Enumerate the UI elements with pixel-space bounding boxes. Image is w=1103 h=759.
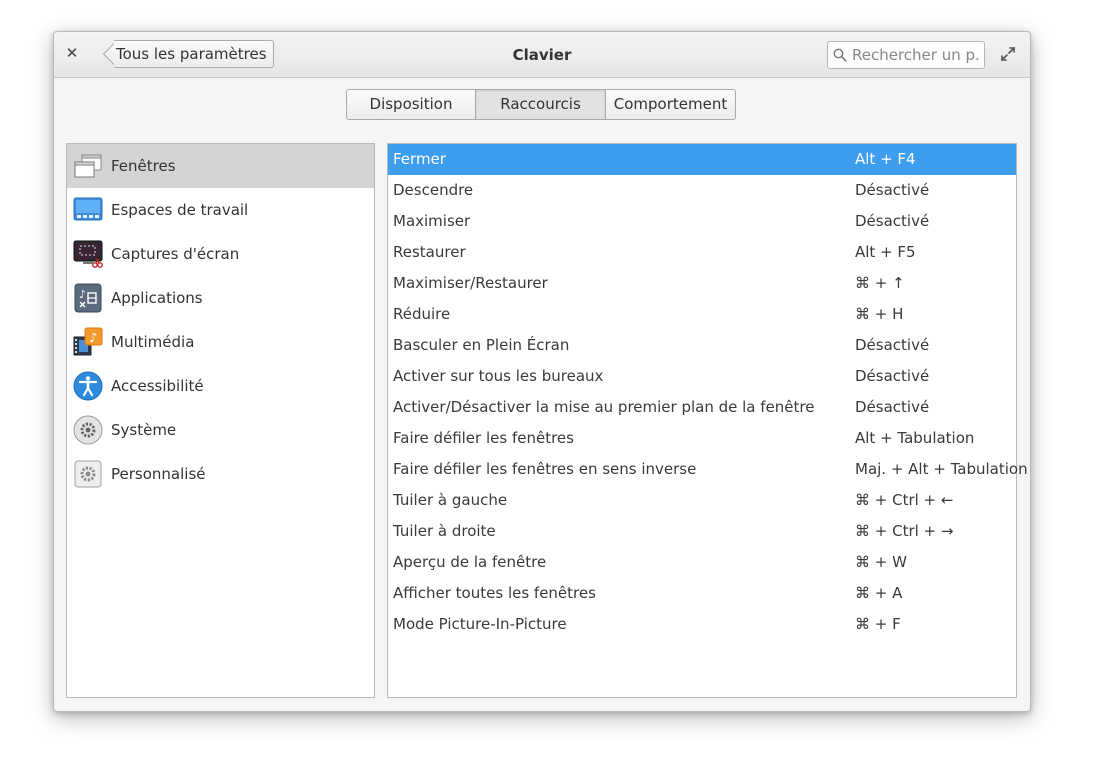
sidebar-item-applications[interactable]: ♪ Applications [67, 276, 374, 320]
shortcut-accel[interactable]: Maj. + Alt + Tabulation [855, 454, 1028, 485]
svg-text:♪: ♪ [89, 331, 97, 346]
sidebar-item-label: Multimédia [111, 333, 195, 351]
shortcut-accel[interactable]: ⌘ + A [855, 578, 902, 609]
shortcut-row[interactable]: Faire défiler les fenêtres Alt + Tabulat… [388, 423, 1016, 454]
shortcut-name: Activer/Désactiver la mise au premier pl… [393, 398, 815, 416]
tab-comportement[interactable]: Comportement [606, 90, 735, 119]
tab-disposition[interactable]: Disposition [347, 90, 476, 119]
shortcut-accel[interactable]: Désactivé [855, 330, 929, 361]
shortcuts-list: Fermer Alt + F4 Descendre Désactivé Maxi… [387, 143, 1028, 698]
shortcut-name: Basculer en Plein Écran [393, 336, 570, 354]
shortcut-name: Aperçu de la fenêtre [393, 553, 547, 571]
shortcut-name: Afficher toutes les fenêtres [393, 584, 596, 602]
shortcut-row[interactable]: Activer/Désactiver la mise au premier pl… [388, 392, 1016, 423]
shortcut-accel[interactable]: ⌘ + F [855, 609, 901, 640]
tab-raccourcis[interactable]: Raccourcis [476, 90, 606, 119]
search-input[interactable] [852, 42, 980, 68]
shortcut-name: Maximiser/Restaurer [393, 274, 548, 292]
shortcut-row[interactable]: Tuiler à gauche ⌘ + Ctrl + ← [388, 485, 1016, 516]
maximize-icon[interactable] [1000, 46, 1016, 62]
shortcut-name: Faire défiler les fenêtres en sens inver… [393, 460, 697, 478]
sidebar-item-captures-ecran[interactable]: Captures d'écran [67, 232, 374, 276]
shortcut-name: Mode Picture-In-Picture [393, 615, 567, 633]
settings-window: ✕ Tous les paramètres Clavier Dispositio… [53, 31, 1031, 712]
search-icon [833, 48, 847, 62]
sidebar-item-label: Système [111, 421, 177, 439]
sidebar-item-systeme[interactable]: Système [67, 408, 374, 452]
shortcut-row[interactable]: Basculer en Plein Écran Désactivé [388, 330, 1016, 361]
sidebar-item-label: Personnalisé [111, 465, 206, 483]
workspaces-icon [73, 197, 103, 221]
shortcut-row[interactable]: Fermer Alt + F4 [388, 144, 1016, 175]
shortcut-name: Faire défiler les fenêtres [393, 429, 574, 447]
shortcut-accel[interactable]: Désactivé [855, 175, 929, 206]
shortcut-accel[interactable]: Désactivé [855, 361, 929, 392]
shortcut-name: Restaurer [393, 243, 466, 261]
sidebar-item-label: Captures d'écran [111, 245, 240, 263]
shortcut-accel[interactable]: ⌘ + ↑ [855, 268, 905, 299]
shortcut-row[interactable]: Afficher toutes les fenêtres ⌘ + A [388, 578, 1016, 609]
search-field[interactable] [827, 41, 985, 69]
shortcut-accel[interactable]: Alt + F4 [855, 144, 916, 175]
close-icon[interactable]: ✕ [64, 45, 80, 61]
shortcut-row[interactable]: Réduire ⌘ + H [388, 299, 1016, 330]
shortcut-row[interactable]: Activer sur tous les bureaux Désactivé [388, 361, 1016, 392]
windows-icon [74, 154, 102, 178]
shortcut-accel[interactable]: ⌘ + Ctrl + → [855, 516, 953, 547]
shortcut-name: Tuiler à gauche [393, 491, 508, 509]
sidebar-item-espaces-de-travail[interactable]: Espaces de travail [67, 188, 374, 232]
category-sidebar: Fenêtres Espaces de travail Captures d'é… [66, 143, 375, 698]
shortcut-accel[interactable]: Désactivé [855, 392, 929, 423]
titlebar: ✕ Tous les paramètres Clavier [54, 32, 1030, 78]
shortcut-row[interactable]: Descendre Désactivé [388, 175, 1016, 206]
shortcut-row[interactable]: Restaurer Alt + F5 [388, 237, 1016, 268]
sidebar-item-multimedia[interactable]: ♪ Multimédia [67, 320, 374, 364]
shortcut-row[interactable]: Mode Picture-In-Picture ⌘ + F [388, 609, 1016, 640]
shortcut-name: Tuiler à droite [393, 522, 496, 540]
sidebar-item-label: Applications [111, 289, 203, 307]
shortcut-row[interactable]: Maximiser/Restaurer ⌘ + ↑ [388, 268, 1016, 299]
sidebar-item-personnalise[interactable]: Personnalisé [67, 452, 374, 496]
sidebar-item-label: Accessibilité [111, 377, 204, 395]
accessibility-icon [73, 371, 103, 401]
system-icon [73, 415, 103, 445]
sidebar-item-label: Espaces de travail [111, 201, 249, 219]
shortcut-row[interactable]: Faire défiler les fenêtres en sens inver… [388, 454, 1028, 485]
shortcut-row[interactable]: Tuiler à droite ⌘ + Ctrl + → [388, 516, 1016, 547]
svg-text:♪: ♪ [79, 288, 86, 301]
multimedia-icon: ♪ [73, 327, 103, 356]
applications-icon: ♪ [74, 283, 102, 313]
sidebar-item-fenetres[interactable]: Fenêtres [67, 144, 374, 188]
screenshot-icon [73, 240, 103, 268]
shortcut-row[interactable]: Maximiser Désactivé [388, 206, 1016, 237]
shortcut-name: Fermer [393, 150, 446, 168]
shortcut-accel[interactable]: Alt + Tabulation [855, 423, 974, 454]
back-button-label[interactable]: Tous les paramètres [114, 40, 274, 68]
shortcut-row[interactable]: Aperçu de la fenêtre ⌘ + W [388, 547, 1016, 578]
shortcut-accel[interactable]: Désactivé [855, 206, 929, 237]
shortcut-accel[interactable]: Alt + F5 [855, 237, 916, 268]
sidebar-item-accessibilite[interactable]: Accessibilité [67, 364, 374, 408]
shortcut-name: Activer sur tous les bureaux [393, 367, 604, 385]
sidebar-item-label: Fenêtres [111, 157, 176, 175]
shortcut-accel[interactable]: ⌘ + Ctrl + ← [855, 485, 953, 516]
shortcut-name: Descendre [393, 181, 474, 199]
shortcut-name: Réduire [393, 305, 451, 323]
custom-icon [74, 460, 102, 488]
shortcut-accel[interactable]: ⌘ + H [855, 299, 903, 330]
shortcut-name: Maximiser [393, 212, 471, 230]
view-switcher: Disposition Raccourcis Comportement [346, 89, 736, 120]
shortcut-accel[interactable]: ⌘ + W [855, 547, 907, 578]
